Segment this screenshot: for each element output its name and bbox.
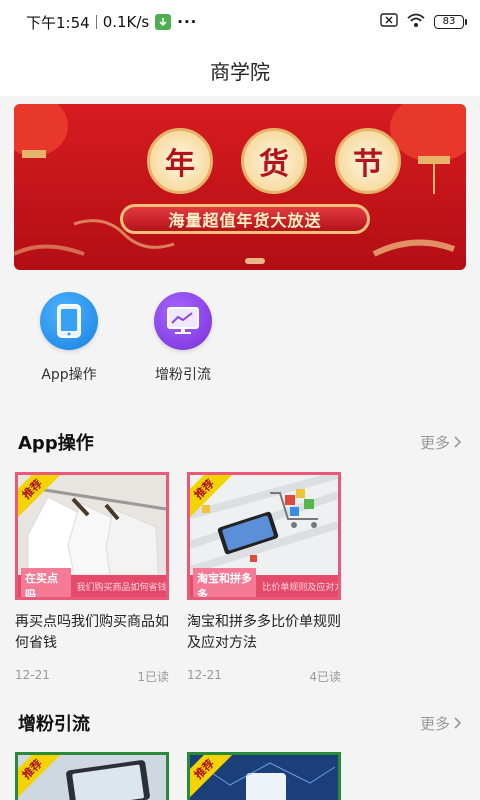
article-meta: 12-21 4已读 bbox=[187, 668, 341, 685]
page-title: 商学院 bbox=[210, 59, 270, 84]
banner-page-indicator bbox=[245, 258, 265, 264]
status-separator bbox=[95, 15, 97, 29]
article-date: 12-21 bbox=[15, 668, 50, 682]
network-speed: 0.1K/s bbox=[102, 13, 150, 31]
article-thumbnail: 推荐 在买点吗 我们购买商品如何省钱? bbox=[15, 472, 169, 600]
article-thumbnail: 推荐 淘宝和拼多多 比价单规则及应对方法 bbox=[187, 472, 341, 600]
download-icon bbox=[155, 14, 172, 30]
monitor-icon bbox=[154, 292, 212, 350]
banner-subtitle: 海量超值年货大放送 bbox=[120, 204, 370, 234]
thumbnail-subtitle: 比价单规则及应对方法 bbox=[262, 582, 338, 593]
status-left: 下午1:54 0.1K/s ··· bbox=[26, 12, 197, 33]
quick-entry-row: App操作 增粉引流 bbox=[0, 292, 480, 392]
article-thumbnail: 推荐 bbox=[15, 752, 169, 800]
no-sim-icon bbox=[380, 13, 398, 31]
article-title: 再买点吗我们购买商品如何省钱 bbox=[15, 614, 169, 651]
entry-app-operation[interactable]: App操作 bbox=[19, 292, 119, 384]
section-title: 增粉引流 bbox=[18, 714, 90, 735]
status-bar: 下午1:54 0.1K/s ··· 83 bbox=[0, 0, 480, 44]
battery-level: 83 bbox=[442, 16, 456, 27]
more-label: 更多 bbox=[419, 714, 450, 733]
banner-char-2: 货 bbox=[241, 128, 307, 194]
section-header-app: App操作 更多 bbox=[0, 427, 480, 457]
thumbnail-label: 淘宝和拼多多 bbox=[193, 568, 257, 597]
thumbnail-subtitle: 我们购买商品如何省钱? bbox=[76, 582, 166, 593]
status-more-icon: ··· bbox=[177, 13, 198, 31]
article-card[interactable]: 推荐 bbox=[187, 752, 341, 800]
article-card[interactable]: 推荐 bbox=[15, 752, 169, 800]
banner-char-3: 节 bbox=[335, 128, 401, 194]
article-meta: 12-21 1已读 bbox=[15, 668, 169, 685]
status-time: 下午1:54 bbox=[26, 13, 90, 32]
page-header: 商学院 bbox=[0, 44, 480, 96]
battery-icon: 83 bbox=[434, 15, 467, 29]
entry-fan-growth[interactable]: 增粉引流 bbox=[133, 292, 233, 384]
article-date: 12-21 bbox=[187, 668, 222, 682]
phone-icon bbox=[40, 292, 98, 350]
more-link[interactable]: 更多 bbox=[420, 713, 462, 734]
more-link[interactable]: 更多 bbox=[420, 432, 462, 453]
article-card[interactable]: 推荐 在买点吗 我们购买商品如何省钱? 再买点吗我们购买商品如何省钱 12-21… bbox=[15, 472, 169, 685]
banner-chars: 年 货 节 bbox=[147, 128, 401, 194]
article-title: 淘宝和拼多多比价单规则及应对方法 bbox=[187, 614, 341, 651]
article-thumbnail: 推荐 bbox=[187, 752, 341, 800]
banner-char-1: 年 bbox=[147, 128, 213, 194]
status-right: 83 bbox=[380, 12, 467, 32]
section-title: App操作 bbox=[18, 433, 94, 454]
article-card[interactable]: 推荐 淘宝和拼多多 比价单规则及应对方法 淘宝和拼多多比价单规则及应对方法 12… bbox=[187, 472, 341, 685]
wifi-icon bbox=[406, 12, 426, 32]
article-reads: 1已读 bbox=[137, 670, 169, 684]
more-label: 更多 bbox=[419, 433, 450, 452]
thumbnail-label: 在买点吗 bbox=[21, 568, 71, 597]
article-reads: 4已读 bbox=[309, 670, 341, 684]
thumbnail-caption: 在买点吗 我们购买商品如何省钱? bbox=[18, 568, 166, 597]
promo-banner[interactable]: 年 货 节 海量超值年货大放送 bbox=[14, 104, 466, 270]
entry-fan-growth-label: 增粉引流 bbox=[155, 367, 211, 383]
chevron-right-icon bbox=[454, 717, 462, 729]
chevron-right-icon bbox=[454, 436, 462, 448]
thumbnail-caption: 淘宝和拼多多 比价单规则及应对方法 bbox=[190, 568, 338, 597]
section-header-fans: 增粉引流 更多 bbox=[0, 708, 480, 738]
entry-app-operation-label: App操作 bbox=[41, 367, 97, 383]
